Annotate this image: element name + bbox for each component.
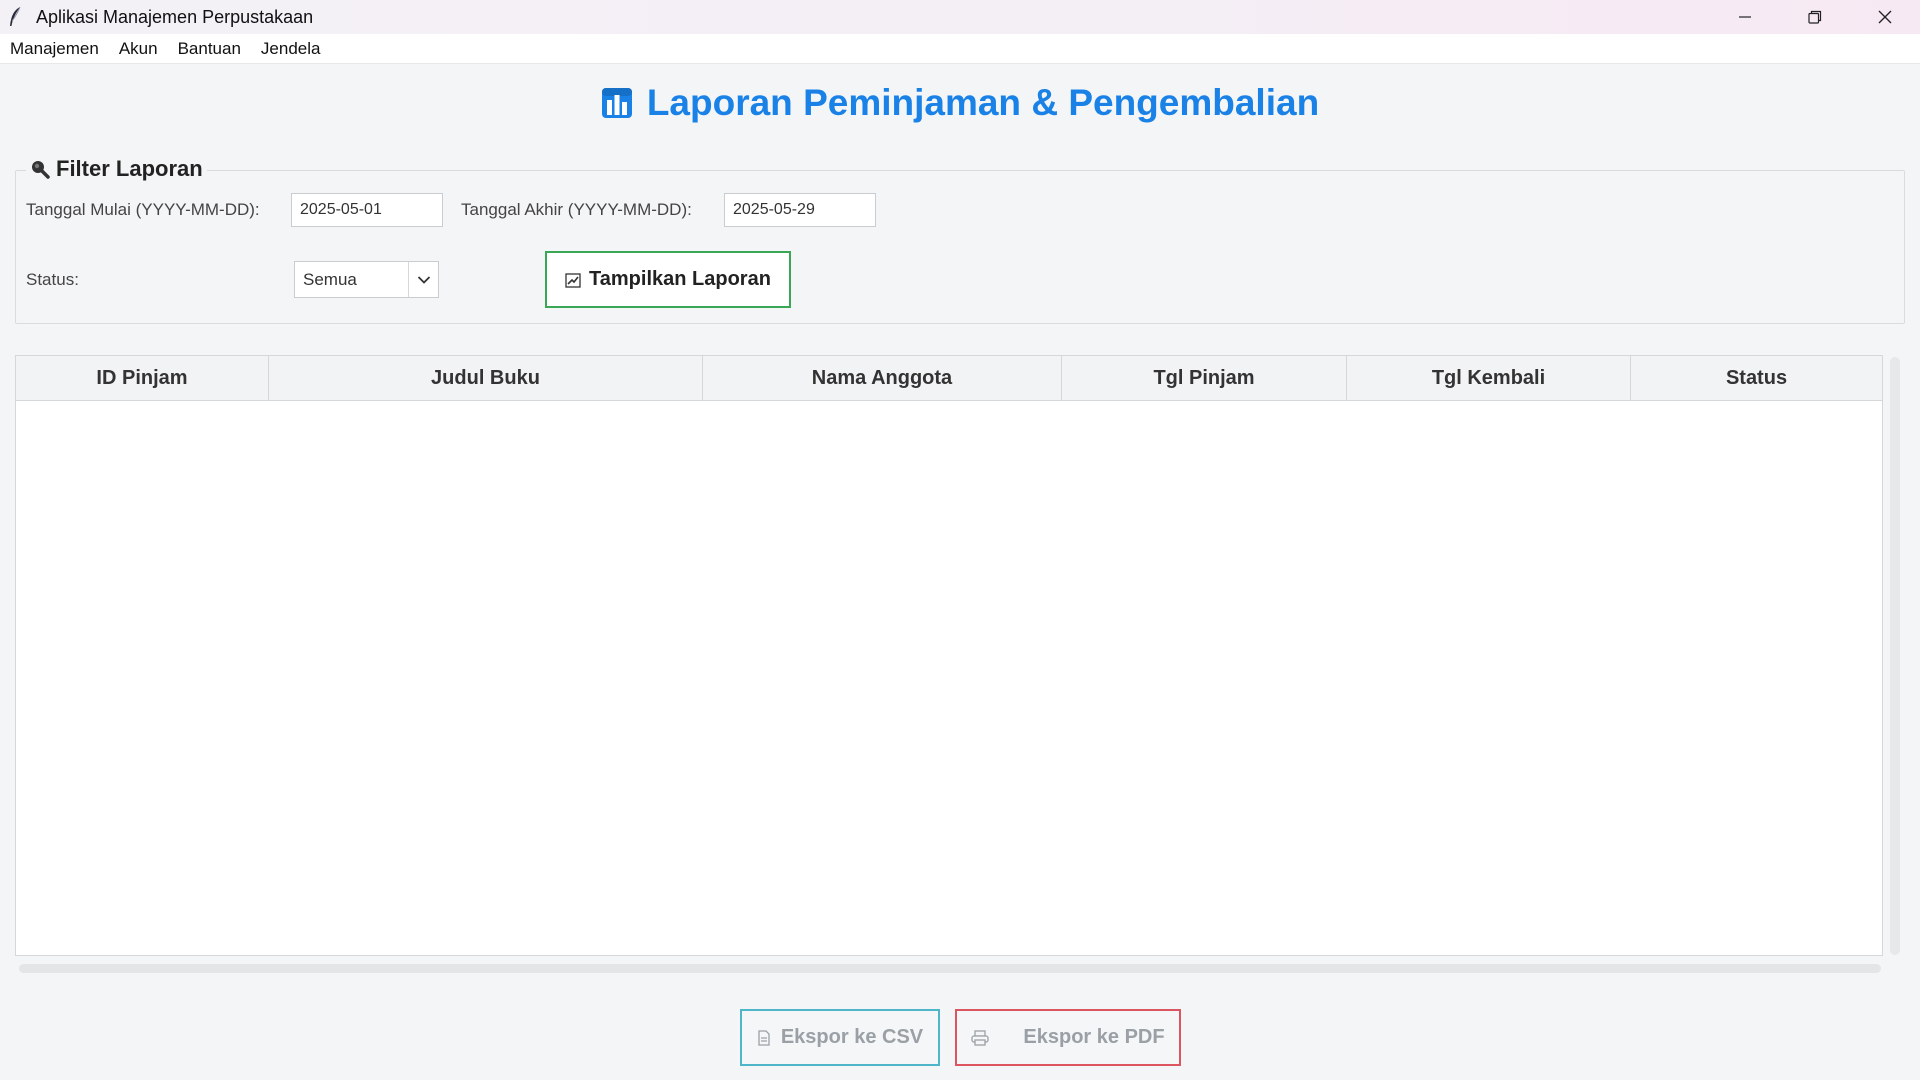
- filter-legend-label: Filter Laporan: [56, 156, 203, 181]
- title-bar: Aplikasi Manajemen Perpustakaan: [0, 0, 1920, 34]
- export-csv-label: Ekspor ke CSV: [780, 1026, 924, 1048]
- export-pdf-label: Ekspor ke PDF: [1023, 1026, 1165, 1048]
- printer-icon: [971, 1029, 990, 1046]
- page-title: Laporan Peminjaman & Pengembalian: [646, 82, 1320, 123]
- minimize-button[interactable]: [1710, 0, 1780, 34]
- close-button[interactable]: [1850, 0, 1920, 34]
- page-heading: Laporan Peminjaman & Pengembalian: [0, 82, 1920, 124]
- window-title: Aplikasi Manajemen Perpustakaan: [36, 6, 314, 27]
- column-header-tgl-pinjam[interactable]: Tgl Pinjam: [1062, 356, 1347, 401]
- status-select-value: Semua: [303, 269, 357, 289]
- column-header-id-pinjam[interactable]: ID Pinjam: [16, 356, 269, 401]
- horizontal-scrollbar[interactable]: [19, 964, 1881, 973]
- chart-small-icon: [565, 272, 581, 288]
- restore-icon: [1808, 10, 1822, 24]
- start-date-input[interactable]: 2025-05-01: [291, 193, 443, 227]
- column-header-tgl-kembali[interactable]: Tgl Kembali: [1347, 356, 1631, 401]
- end-date-input[interactable]: 2025-05-29: [724, 193, 876, 227]
- menu-manajemen[interactable]: Manajemen: [10, 39, 99, 59]
- column-header-status[interactable]: Status: [1631, 356, 1882, 401]
- table-header: ID Pinjam Judul Buku Nama Anggota Tgl Pi…: [16, 356, 1882, 401]
- menu-akun[interactable]: Akun: [119, 39, 158, 59]
- show-report-button[interactable]: Tampilkan Laporan: [545, 251, 791, 308]
- menu-jendela[interactable]: Jendela: [261, 39, 321, 59]
- column-header-judul-buku[interactable]: Judul Buku: [269, 356, 703, 401]
- report-table[interactable]: ID Pinjam Judul Buku Nama Anggota Tgl Pi…: [15, 355, 1883, 956]
- feather-icon: [8, 6, 24, 28]
- magnifier-icon: [32, 161, 50, 179]
- restore-button[interactable]: [1780, 0, 1850, 34]
- status-select[interactable]: Semua: [294, 261, 439, 298]
- menu-bar: Manajemen Akun Bantuan Jendela: [0, 34, 1920, 64]
- close-icon: [1878, 10, 1892, 24]
- document-icon: [758, 1029, 770, 1046]
- show-report-label: Tampilkan Laporan: [589, 268, 771, 290]
- export-csv-button[interactable]: Ekspor ke CSV: [740, 1009, 940, 1066]
- status-label: Status:: [26, 270, 79, 289]
- chart-icon: [601, 88, 632, 118]
- end-date-label: Tanggal Akhir (YYYY-MM-DD):: [461, 200, 692, 219]
- filter-legend: Filter Laporan: [26, 156, 207, 182]
- minimize-icon: [1739, 16, 1751, 18]
- chevron-down-icon[interactable]: [408, 262, 438, 297]
- vertical-scrollbar[interactable]: [1890, 357, 1900, 955]
- menu-bantuan[interactable]: Bantuan: [178, 39, 241, 59]
- export-pdf-button[interactable]: Ekspor ke PDF: [955, 1009, 1181, 1066]
- start-date-label: Tanggal Mulai (YYYY-MM-DD):: [26, 200, 260, 219]
- column-header-nama-anggota[interactable]: Nama Anggota: [703, 356, 1062, 401]
